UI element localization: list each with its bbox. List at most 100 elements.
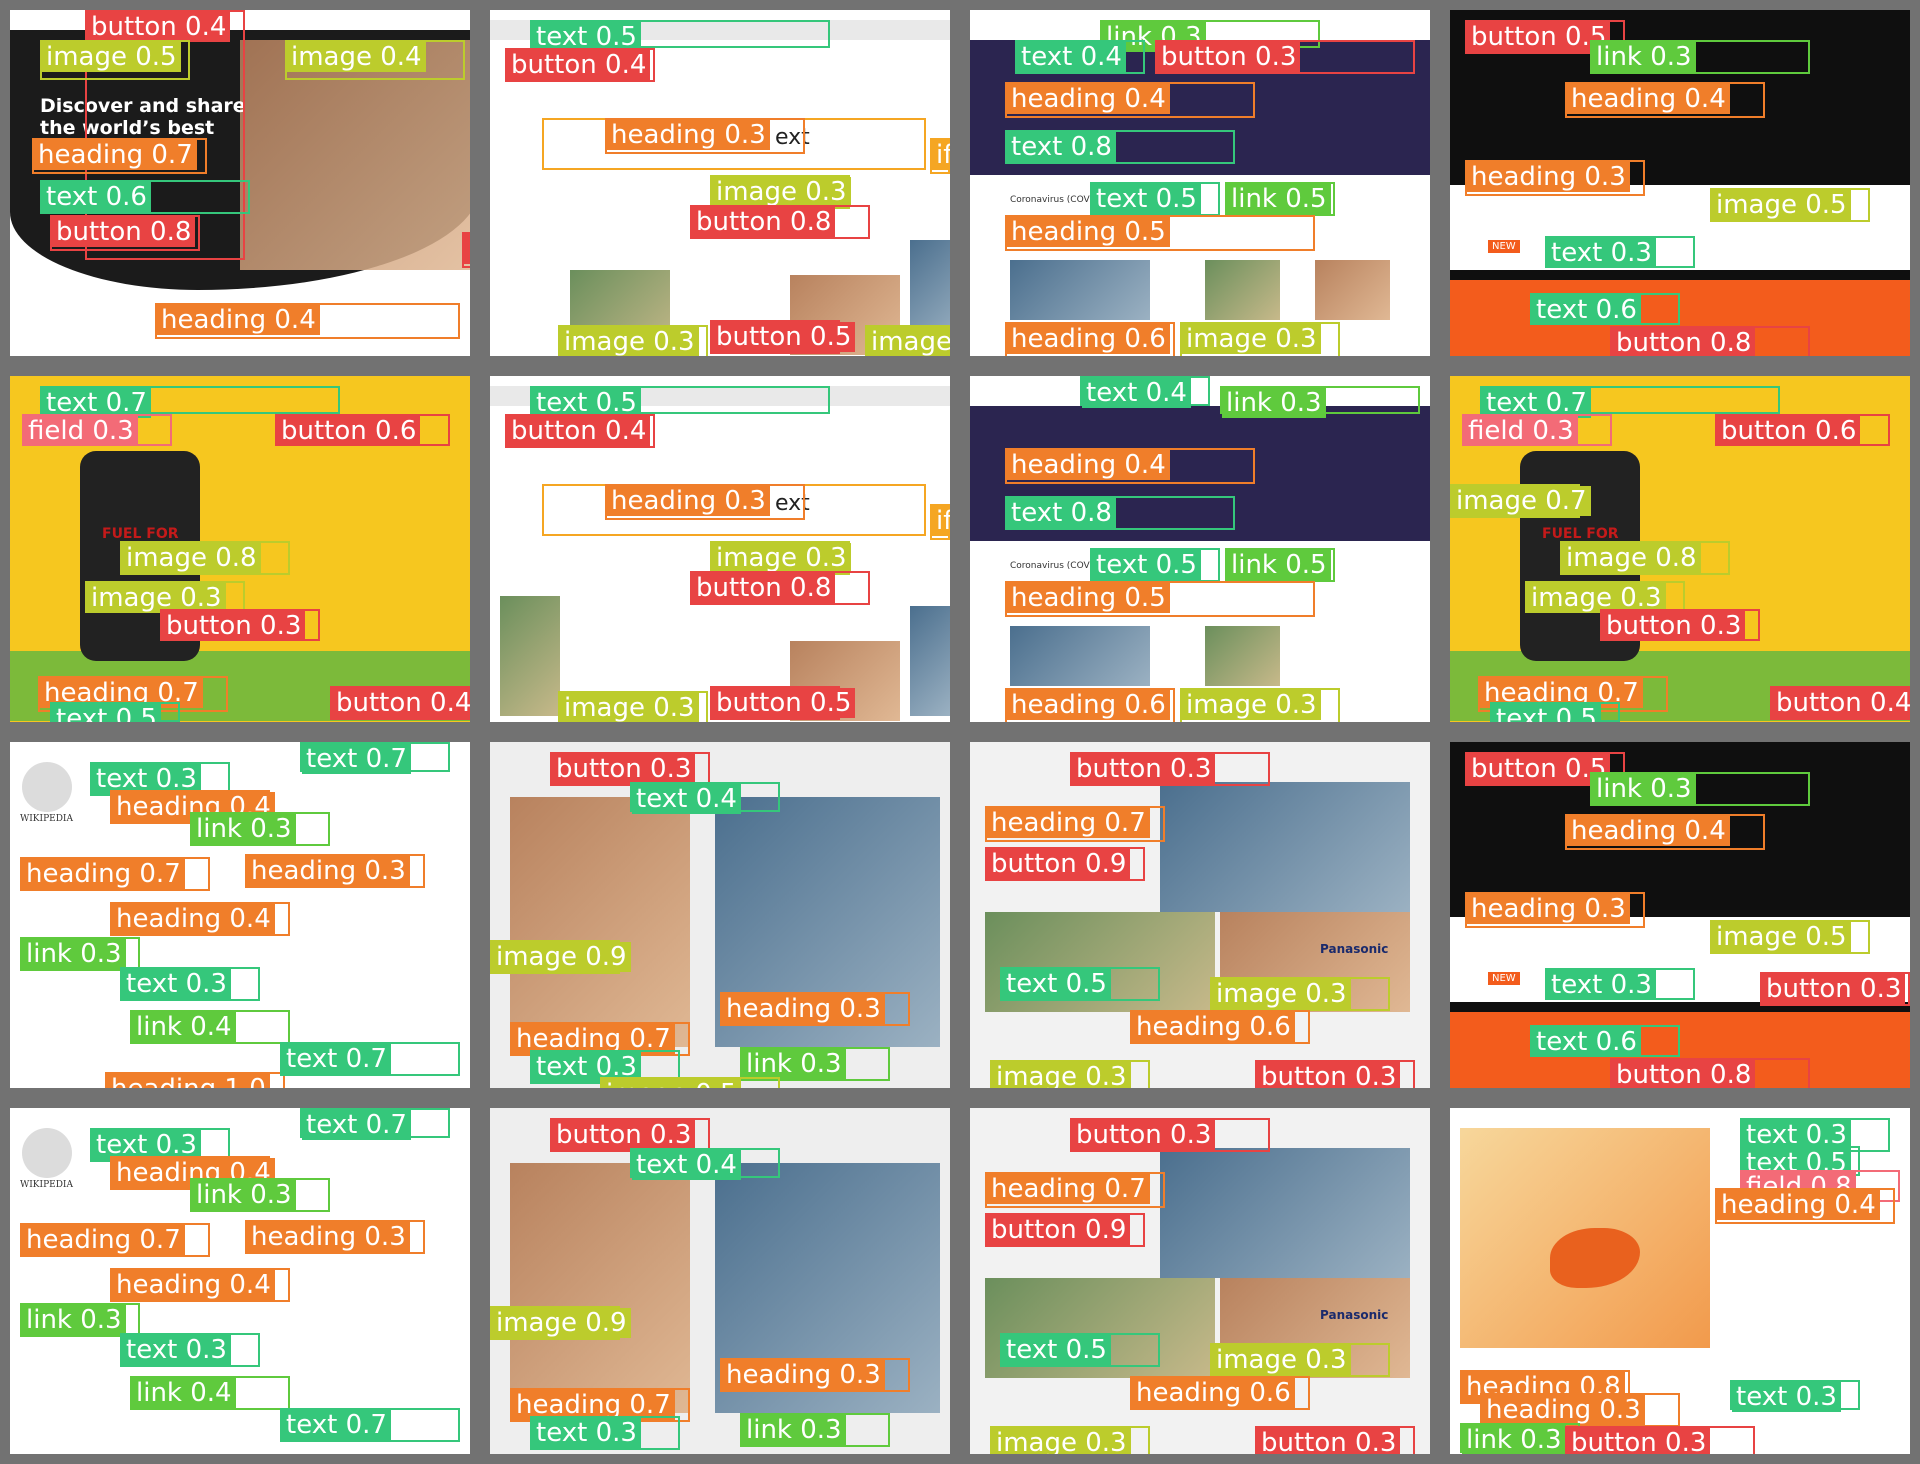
overlay-heading: heading 0.6: [1005, 322, 1175, 356]
overlay-button: button 0.4: [505, 414, 655, 448]
overlay-heading: heading 0.6: [1130, 1376, 1310, 1410]
overlay-button: button 0.5: [710, 320, 856, 354]
overlay-text: text 0.6: [1530, 1025, 1680, 1057]
panasonic-wordmark: Panasonic: [1320, 1308, 1389, 1322]
overlay-text: text 0.7: [280, 1408, 460, 1442]
overlay-heading: heading 0.3: [245, 1220, 425, 1254]
overlay-text: text 0.4: [630, 1148, 780, 1180]
overlay-heading: heading 0.7: [20, 857, 210, 891]
overlay-button: button 0.3: [462, 232, 470, 268]
overlay-text: text 0.5: [1000, 1333, 1160, 1367]
overlay-heading: heading 0.4: [110, 902, 290, 936]
overlay-button: button 0.3: [550, 752, 710, 786]
overlay-text: text 0.7: [280, 1042, 460, 1076]
overlay-heading: heading 0.3: [1480, 1393, 1680, 1427]
overlay-text: text 0.8: [1005, 496, 1235, 530]
overlay-text: text 0.3: [1545, 236, 1695, 268]
overlay-image: image 0.3: [990, 1426, 1150, 1454]
overlay-button: button 0.9: [985, 1213, 1145, 1247]
overlay-link: link 0.5: [1225, 548, 1335, 582]
overlay-heading: heading 0.4: [1005, 448, 1255, 484]
tile-13: button 0.3 text 0.4 image 0.9 heading 0.…: [480, 1098, 960, 1464]
overlay-link: link 0.3: [740, 1047, 890, 1081]
news-photo: [1010, 626, 1150, 686]
overlay-image: image 0.5: [600, 1077, 780, 1088]
overlay-link: link 0.3: [740, 1413, 890, 1447]
overlay-button: button 0.3: [550, 1118, 710, 1152]
overlay-iframe: iframe 0.6: [930, 138, 950, 174]
overlay-link: link 0.3: [1590, 772, 1810, 806]
overlay-heading: heading 0.3: [720, 1358, 910, 1392]
overlay-image: image 0.3: [990, 1060, 1150, 1088]
overlay-image: image 0.3: [1210, 977, 1390, 1011]
overlay-heading: heading 0.3: [605, 484, 805, 520]
food-photo: [500, 596, 560, 716]
news-photo: [1205, 260, 1280, 320]
overlay-heading: heading 1.0: [105, 1072, 285, 1088]
overlay-image: image 0.3: [1180, 322, 1340, 356]
tile-10: Panasonic button 0.3 heading 0.7 button …: [960, 732, 1440, 1098]
overlay-link: link 0.3: [1590, 40, 1810, 74]
overlay-button: button 0.5: [710, 686, 856, 720]
overlay-text: text 0.4: [1015, 40, 1145, 74]
overlay-link: link 0.3: [20, 937, 140, 971]
overlay-text: text 0.5: [1090, 182, 1220, 216]
overlay-heading: heading 0.7: [985, 806, 1165, 842]
overlay-heading: heading 0.5: [1005, 215, 1315, 251]
overlay-link: link 0.3: [190, 812, 330, 846]
overlay-image: image 0.9: [490, 1306, 631, 1340]
overlay-button: button 0.6: [1715, 414, 1890, 446]
overlay-image: image 0.5: [1710, 920, 1870, 954]
wikipedia-wordmark: WIKIPEDIA: [20, 1180, 73, 1190]
tile-1: ext text 0.5 button 0.4 heading 0.3 ifra…: [480, 0, 960, 366]
overlay-button: button 0.6: [275, 414, 450, 446]
overlay-heading: heading 0.4: [1565, 814, 1765, 850]
overlay-link: link 0.3: [1220, 386, 1420, 418]
overlay-button: button 0.3: [1255, 1426, 1415, 1454]
tile-11: NEW button 0.5 link 0.3 heading 0.4 head…: [1440, 732, 1920, 1098]
overlay-text: text 0.4: [630, 782, 780, 814]
overlay-button: button 0.8: [1610, 326, 1810, 356]
workers-photo: [1160, 782, 1410, 912]
overlay-image: image 0.7: [1450, 484, 1591, 518]
workers-photo: [1160, 1148, 1410, 1278]
overlay-button: button 0.4: [330, 686, 470, 720]
new-badge: NEW: [1488, 972, 1520, 985]
face-image: [510, 797, 690, 1047]
overlay-heading: heading 0.3: [1465, 160, 1645, 196]
overlay-button: button 0.3: [1600, 609, 1760, 641]
tile-4: FUEL FOR text 0.7 field 0.3 button 0.6 i…: [0, 366, 480, 732]
overlay-text: text 0.3: [530, 1416, 680, 1450]
overlay-heading: heading 0.7: [985, 1172, 1165, 1208]
wikipedia-logo: [22, 1128, 72, 1178]
overlay-text: text 0.4: [1080, 376, 1210, 408]
overlay-text: text 0.6: [1530, 293, 1680, 325]
overlay-button: button 0.4: [1770, 686, 1910, 720]
overlay-button: button 0.8: [690, 205, 870, 239]
panasonic-wordmark: Panasonic: [1320, 942, 1389, 956]
overlay-link: link 0.3: [190, 1178, 330, 1212]
overlay-heading: heading 0.6: [1005, 688, 1175, 722]
overlay-button: button 0.3: [1155, 40, 1415, 74]
overlay-text: text 0.3: [120, 1333, 260, 1367]
overlay-text: text 0.5: [50, 702, 180, 722]
screenshot-grid: Discover and share the world’s best butt…: [0, 0, 1920, 1464]
overlay-image: image 0.3: [558, 325, 708, 356]
overlay-text: text 0.3: [1545, 968, 1695, 1000]
overlay-button: button 0.9: [985, 847, 1145, 881]
overlay-button: button 0.8: [1610, 1058, 1810, 1088]
overlay-field: field 0.3: [22, 414, 172, 446]
overlay-heading: heading 0.3: [605, 118, 805, 154]
overlay-button: button 0.8: [50, 215, 200, 251]
overlay-heading: heading 0.4: [155, 303, 460, 339]
tile-12: WIKIPEDIA text 0.3 text 0.7 heading 0.4 …: [0, 1098, 480, 1464]
phone-caption: FUEL FOR: [102, 526, 179, 542]
overlay-image: image 0.5: [1710, 188, 1870, 222]
tile-2: Coronavirus (COVID-19 link 0.3 text 0.4 …: [960, 0, 1440, 366]
overlay-heading: heading 0.7: [32, 138, 207, 174]
food-photo: [910, 606, 950, 716]
overlay-button: button 0.3: [1565, 1426, 1755, 1454]
overlay-image: image 0.3: [1180, 688, 1340, 722]
overlay-image: image 0.4: [285, 40, 465, 80]
overlay-button: button 0.3: [160, 609, 320, 641]
